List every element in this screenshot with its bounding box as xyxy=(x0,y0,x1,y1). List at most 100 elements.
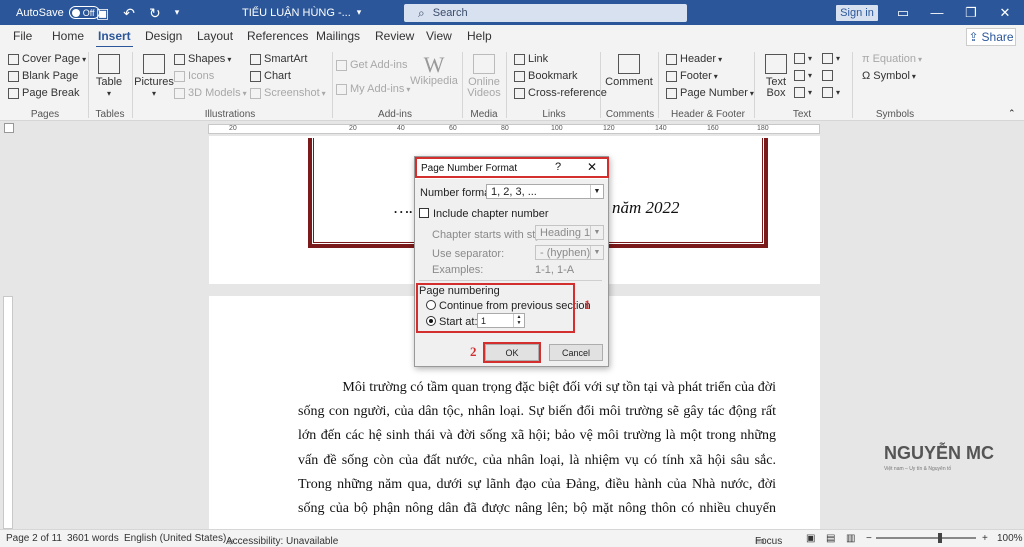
vertical-scrollbar[interactable] xyxy=(1013,136,1024,529)
autosave-group[interactable]: AutoSave Off xyxy=(16,0,100,25)
search-box[interactable]: ⌕ Search xyxy=(404,4,687,22)
cover-page-button[interactable]: Cover Page ▾ xyxy=(8,53,86,65)
zoom-out-icon[interactable]: − xyxy=(866,533,872,544)
page-number-button[interactable]: Page Number ▾ xyxy=(666,87,754,99)
drop-cap-icon xyxy=(794,87,805,98)
close-window-icon[interactable]: ✕ xyxy=(988,0,1022,25)
tab-file[interactable]: File xyxy=(13,29,32,43)
read-mode-icon[interactable]: ▣ xyxy=(806,533,815,544)
video-icon xyxy=(473,54,495,74)
word-count[interactable]: 3601 words xyxy=(67,533,119,544)
shapes-button[interactable]: Shapes ▾ xyxy=(174,53,231,65)
paragraph-line: lớn đến các hệ sinh thái và đời sống xã … xyxy=(298,428,776,443)
sign-in-button[interactable]: Sign in xyxy=(836,5,878,21)
wordart-icon xyxy=(794,70,805,81)
page-count[interactable]: Page 2 of 11 xyxy=(6,533,62,544)
3d-models-button[interactable]: 3D Models ▾ xyxy=(174,87,247,99)
tab-view[interactable]: View xyxy=(426,29,452,43)
redo-icon[interactable]: ↻ xyxy=(149,6,161,20)
tab-selector-icon[interactable] xyxy=(4,123,14,133)
tab-help[interactable]: Help xyxy=(467,29,492,43)
tab-layout[interactable]: Layout xyxy=(197,29,233,43)
customize-qat-icon[interactable]: ▾ xyxy=(175,8,180,17)
title-dropdown-icon[interactable]: ▾ xyxy=(357,7,362,18)
cross-reference-button[interactable]: Cross-reference xyxy=(514,87,607,99)
paragraph-line: vấn đề sống còn của đất nước, của nhân l… xyxy=(298,453,776,468)
chapter-style-select[interactable]: Heading 1 ▼ xyxy=(535,225,604,240)
page-numbering-highlight-box xyxy=(416,283,575,333)
wordart-button[interactable]: ▾ xyxy=(794,70,812,81)
blank-page-icon xyxy=(8,70,19,82)
symbol-button[interactable]: Ω Symbol ▾ xyxy=(862,70,916,82)
cancel-button[interactable]: Cancel xyxy=(549,344,603,361)
ribbon-separator xyxy=(852,52,853,118)
pi-icon: π xyxy=(862,53,870,65)
pictures-button[interactable]: Pictures ▾ xyxy=(134,54,174,99)
zoom-slider-thumb[interactable] xyxy=(938,533,942,543)
horizontal-ruler[interactable]: 20 20 40 60 80 100 120 140 160 180 xyxy=(208,124,820,134)
ruler-mark: 20 xyxy=(349,125,357,132)
ribbon-separator xyxy=(658,52,659,118)
examples-label: Examples: xyxy=(432,264,484,276)
page-number-icon xyxy=(666,87,677,99)
web-layout-icon[interactable]: ▥ xyxy=(846,533,855,544)
chart-button[interactable]: Chart xyxy=(250,70,291,82)
date-time-button[interactable] xyxy=(822,70,836,81)
footer-button[interactable]: Footer ▾ xyxy=(666,70,718,82)
undo-icon[interactable]: ↶ xyxy=(123,6,135,20)
quick-parts-button[interactable]: ▾ xyxy=(794,53,812,64)
addins-icon xyxy=(336,83,347,95)
ribbon-display-icon[interactable]: ▭ xyxy=(886,0,920,25)
minimize-icon[interactable]: — xyxy=(920,0,954,25)
save-icon[interactable]: ▣ xyxy=(96,6,109,20)
tab-review[interactable]: Review xyxy=(375,29,414,43)
online-videos-button[interactable]: Online Videos xyxy=(466,54,502,99)
object-button[interactable]: ▾ xyxy=(822,87,840,98)
status-bar: Page 2 of 11 3601 words English (United … xyxy=(0,529,1024,547)
drop-cap-button[interactable]: ▾ xyxy=(794,87,812,98)
ruler-mark: 20 xyxy=(229,125,237,132)
document-title: TIỂU LUẬN HÙNG -... ▾ xyxy=(242,6,362,19)
zoom-level[interactable]: 100% xyxy=(997,533,1023,544)
comment-button[interactable]: Comment xyxy=(605,54,653,88)
bookmark-button[interactable]: Bookmark xyxy=(514,70,578,82)
zoom-in-icon[interactable]: + xyxy=(982,533,988,544)
restore-icon[interactable]: ❐ xyxy=(954,0,988,25)
cover-page-icon xyxy=(8,53,19,65)
number-format-label: Number format: xyxy=(420,187,497,199)
group-addins-label: Add-ins xyxy=(378,109,412,120)
signature-icon xyxy=(822,53,833,64)
tab-home[interactable]: Home xyxy=(52,29,84,43)
tab-insert[interactable]: Insert xyxy=(96,29,133,48)
tab-references[interactable]: References xyxy=(247,29,308,43)
tab-mailings[interactable]: Mailings xyxy=(316,29,360,43)
smartart-button[interactable]: SmartArt xyxy=(250,53,307,65)
wikipedia-button[interactable]: W Wikipedia xyxy=(410,54,458,87)
share-button[interactable]: ⇪ Share xyxy=(966,28,1016,46)
blank-page-button[interactable]: Blank Page xyxy=(8,70,78,82)
include-chapter-checkbox[interactable] xyxy=(419,208,429,218)
my-addins-button[interactable]: My Add-ins ▾ xyxy=(336,83,410,95)
separator-select[interactable]: - (hyphen) ▼ xyxy=(535,245,604,260)
page-break-button[interactable]: Page Break xyxy=(8,87,79,99)
link-button[interactable]: Link xyxy=(514,53,548,65)
zoom-slider[interactable] xyxy=(876,537,976,539)
number-format-select[interactable]: 1, 2, 3, ... ▼ xyxy=(486,184,604,199)
collapse-ribbon-icon[interactable]: ⌃ xyxy=(1008,108,1016,119)
get-addins-button[interactable]: Get Add-ins xyxy=(336,59,407,71)
text-box-button[interactable]: Text Box xyxy=(762,54,790,99)
equation-button[interactable]: π Equation ▾ xyxy=(862,53,922,65)
print-layout-icon[interactable]: ▤ xyxy=(826,533,835,544)
tab-design[interactable]: Design xyxy=(145,29,182,43)
watermark-logo: NGUYỄN MC xyxy=(884,443,995,463)
screenshot-button[interactable]: Screenshot ▾ xyxy=(250,87,326,99)
signature-line-button[interactable]: ▾ xyxy=(822,53,840,64)
icons-button[interactable]: Icons xyxy=(174,70,214,82)
ruler-mark: 160 xyxy=(707,125,719,132)
header-button[interactable]: Header ▾ xyxy=(666,53,722,65)
autosave-toggle[interactable]: Off xyxy=(68,6,100,19)
vertical-ruler[interactable] xyxy=(3,296,13,529)
language-status[interactable]: English (United States) xyxy=(124,533,226,544)
annotation-number-1: 1 xyxy=(584,297,591,312)
table-button[interactable]: Table ▾ xyxy=(96,54,122,99)
